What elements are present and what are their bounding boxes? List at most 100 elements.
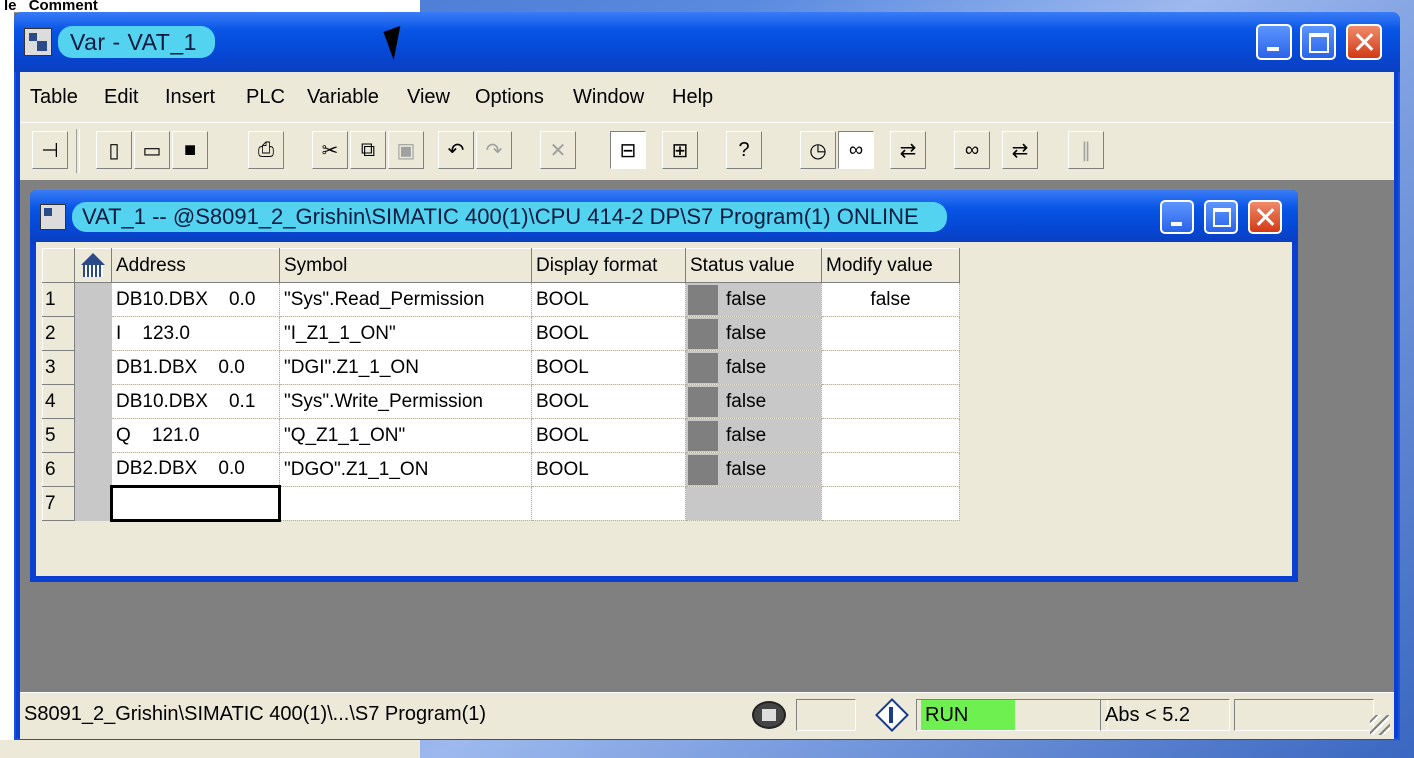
status-indicator <box>688 318 718 349</box>
delete-icon[interactable]: ✕ <box>540 131 576 169</box>
table-select-icon[interactable] <box>79 252 107 279</box>
child-app-icon[interactable] <box>40 204 66 230</box>
var-table-window: Var - VAT_1 Table Edit Insert PLC Variab… <box>14 12 1400 740</box>
save-icon[interactable]: ■ <box>172 131 208 169</box>
variable-table-area: Address Symbol Display format Status val… <box>36 242 1292 576</box>
child-minimize-button[interactable] <box>1160 200 1194 234</box>
address-cell[interactable]: DB10.DBX 0.1 <box>111 384 280 419</box>
pin-icon[interactable]: ⊣ <box>32 131 68 169</box>
symbol-cell[interactable]: "I_Z1_1_ON" <box>279 316 532 351</box>
table-header-row: Address Symbol Display format Status val… <box>42 248 960 283</box>
address-cell[interactable]: DB2.DBX 0.0 <box>111 452 280 487</box>
display-format-cell[interactable]: BOOL <box>531 384 686 419</box>
address-cell[interactable]: DB10.DBX 0.0 <box>111 282 280 317</box>
symbol-cell[interactable]: "DGO".Z1_1_ON <box>279 452 532 487</box>
child-title-bar[interactable]: VAT_1 -- @S8091_2_Grishin\SIMATIC 400(1)… <box>30 190 1298 242</box>
display-format-cell[interactable]: BOOL <box>531 418 686 453</box>
status-bar: S8091_2_Grishin\SIMATIC 400(1)\...\S7 Pr… <box>20 692 1394 739</box>
symbol-cell[interactable]: "DGI".Z1_1_ON <box>279 350 532 385</box>
help-pointer-icon[interactable]: ? <box>726 131 762 169</box>
symbol-cell[interactable] <box>279 486 532 521</box>
modify-value-cell[interactable] <box>821 316 960 351</box>
status-value-text: false <box>726 424 767 446</box>
table-row: 6 DB2.DBX 0.0 "DGO".Z1_1_ON BOOL false <box>42 452 960 487</box>
row-number[interactable]: 1 <box>42 282 75 317</box>
column-header-address[interactable]: Address <box>111 248 280 283</box>
display-format-cell[interactable]: BOOL <box>531 452 686 487</box>
undo-icon[interactable]: ↶ <box>438 131 474 169</box>
child-maximize-button[interactable] <box>1204 200 1238 234</box>
address-cell[interactable]: DB1.DBX 0.0 <box>111 350 280 385</box>
row-number[interactable]: 2 <box>42 316 75 351</box>
modify-once-icon[interactable]: ⇄ <box>1002 131 1038 169</box>
copy-icon[interactable]: ⧉ <box>350 131 386 169</box>
operating-mode-icon <box>876 699 906 729</box>
menu-edit[interactable]: Edit <box>104 86 138 109</box>
close-button[interactable] <box>1346 24 1382 60</box>
modify-value-cell[interactable] <box>821 384 960 419</box>
table-row: 3 DB1.DBX 0.0 "DGI".Z1_1_ON BOOL false <box>42 350 960 385</box>
cut-icon[interactable]: ✂ <box>312 131 348 169</box>
menu-help[interactable]: Help <box>672 86 713 109</box>
row-number[interactable]: 5 <box>42 418 75 453</box>
menu-view[interactable]: View <box>407 86 450 109</box>
modify-icon[interactable]: ⇄ <box>890 131 926 169</box>
status-indicator <box>688 454 718 485</box>
monitor-icon[interactable]: ∞ <box>838 131 874 169</box>
minimize-button[interactable] <box>1256 24 1292 60</box>
menu-variable[interactable]: Variable <box>307 86 379 109</box>
display-format-cell[interactable]: BOOL <box>531 316 686 351</box>
row-number[interactable]: 7 <box>42 486 75 521</box>
display-format-cell[interactable]: BOOL <box>531 282 686 317</box>
modify-value-cell[interactable] <box>821 418 960 453</box>
status-path: S8091_2_Grishin\SIMATIC 400(1)\...\S7 Pr… <box>24 703 487 725</box>
status-value-text: false <box>726 458 767 480</box>
modify-value-cell[interactable] <box>821 452 960 487</box>
resize-grip[interactable] <box>1370 715 1390 735</box>
maximize-button[interactable] <box>1300 24 1336 60</box>
print-icon[interactable]: ⎙ <box>248 131 284 169</box>
online-icon[interactable]: ⊟ <box>610 131 646 169</box>
symbol-cell[interactable]: "Sys".Write_Permission <box>279 384 532 419</box>
row-gutter <box>74 350 112 385</box>
paste-icon[interactable]: ▣ <box>388 131 424 169</box>
address-cell[interactable]: I 123.0 <box>111 316 280 351</box>
select-all-header[interactable] <box>74 248 112 283</box>
row-number[interactable]: 4 <box>42 384 75 419</box>
menu-window[interactable]: Window <box>573 86 644 109</box>
column-header-status-value[interactable]: Status value <box>685 248 822 283</box>
app-icon[interactable] <box>24 28 52 56</box>
new-file-icon[interactable]: ▯ <box>96 131 132 169</box>
address-cell[interactable]: Q 121.0 <box>111 418 280 453</box>
modify-value-cell[interactable] <box>821 486 960 521</box>
modify-value-cell[interactable] <box>821 350 960 385</box>
modify-value-cell[interactable]: false <box>821 282 960 317</box>
table-row: 4 DB10.DBX 0.1 "Sys".Write_Permission BO… <box>42 384 960 419</box>
status-value-text: false <box>726 322 767 344</box>
menu-plc[interactable]: PLC <box>246 86 285 109</box>
symbol-cell[interactable]: "Sys".Read_Permission <box>279 282 532 317</box>
column-header-symbol[interactable]: Symbol <box>279 248 532 283</box>
column-header-modify-value[interactable]: Modify value <box>821 248 960 283</box>
menu-options[interactable]: Options <box>475 86 544 109</box>
redo-icon[interactable]: ↷ <box>476 131 512 169</box>
title-bar[interactable]: Var - VAT_1 <box>14 12 1400 72</box>
display-format-cell[interactable] <box>531 486 686 521</box>
menu-bar: Table Edit Insert PLC Variable View Opti… <box>20 72 1394 122</box>
status-value-text: false <box>726 356 767 378</box>
trigger-icon[interactable]: ◷ <box>800 131 836 169</box>
display-format-cell[interactable]: BOOL <box>531 350 686 385</box>
address-cell-selected[interactable] <box>110 485 281 522</box>
row-number[interactable]: 3 <box>42 350 75 385</box>
symbol-cell[interactable]: "Q_Z1_1_ON" <box>279 418 532 453</box>
monitor-once-icon[interactable]: ∞ <box>954 131 990 169</box>
menu-insert[interactable]: Insert <box>165 86 215 109</box>
column-header-display-format[interactable]: Display format <box>531 248 686 283</box>
enable-peripheral-icon[interactable]: ∥ <box>1068 131 1104 169</box>
accessible-nodes-icon[interactable]: ⊞ <box>662 131 698 169</box>
open-folder-icon[interactable]: ▭ <box>134 131 170 169</box>
child-close-button[interactable] <box>1248 200 1282 234</box>
window-title: Var - VAT_1 <box>58 26 215 58</box>
row-number[interactable]: 6 <box>42 452 75 487</box>
menu-table[interactable]: Table <box>30 86 78 109</box>
